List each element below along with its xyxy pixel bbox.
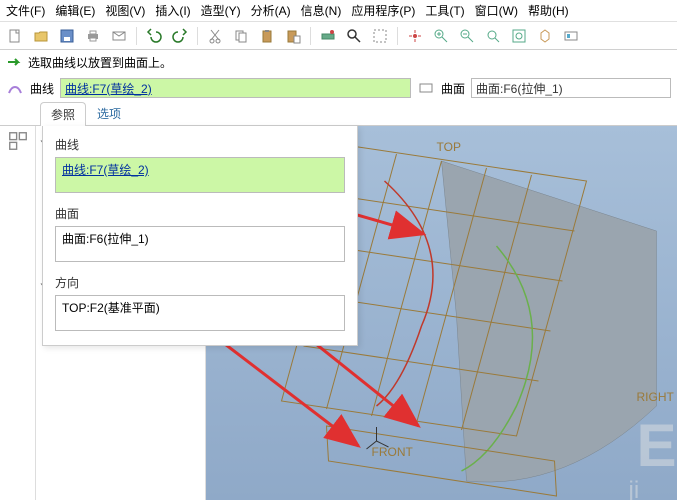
refit-button[interactable] (508, 25, 530, 47)
references-panel: 曲线 曲线:F7(草绘_2) 曲面 曲面:F6(拉伸_1) 方向 TOP:F2(… (42, 126, 358, 346)
paste-button[interactable] (256, 25, 278, 47)
svg-text:E: E (637, 412, 677, 479)
axis-label-right: RIGHT (637, 390, 675, 404)
select-filter-button[interactable] (369, 25, 391, 47)
tree-toggle-button[interactable] (7, 130, 29, 152)
panel-curve-input[interactable]: 曲线:F7(草绘_2) (55, 157, 345, 193)
curve-ref-field[interactable]: 曲线:F7(草绘_2) (60, 78, 411, 98)
svg-text:ji: ji (628, 477, 640, 500)
toolbar-separator (310, 27, 311, 45)
curve-feature-icon (6, 79, 24, 97)
menu-view[interactable]: 视图(V) (105, 2, 145, 19)
surface-ref-label: 曲面 (441, 80, 465, 97)
regenerate-button[interactable] (317, 25, 339, 47)
menu-model[interactable]: 造型(Y) (201, 2, 241, 19)
instruction-arrow-icon (6, 53, 24, 71)
main-toolbar (0, 22, 677, 50)
view-center-button[interactable] (404, 25, 426, 47)
open-button[interactable] (30, 25, 52, 47)
menu-window[interactable]: 窗口(W) (475, 2, 518, 19)
menu-help[interactable]: 帮助(H) (528, 2, 569, 19)
tab-references[interactable]: 参照 (40, 102, 86, 126)
copy-button[interactable] (230, 25, 252, 47)
print-button[interactable] (82, 25, 104, 47)
axis-label-top: TOP (437, 140, 461, 154)
new-button[interactable] (4, 25, 26, 47)
zoom-in-button[interactable] (430, 25, 452, 47)
paste-special-button[interactable] (282, 25, 304, 47)
menu-edit[interactable]: 编辑(E) (55, 2, 95, 19)
surface-ref-field[interactable]: 曲面:F6(拉伸_1) (471, 78, 671, 98)
zoom-fit-button[interactable] (482, 25, 504, 47)
zoom-out-button[interactable] (456, 25, 478, 47)
surface-feature-icon (417, 79, 435, 97)
main-area: 模型 PR 样式 类型 1 ✦ (0, 126, 677, 500)
axis-label-front: FRONT (372, 445, 414, 459)
menu-info[interactable]: 信息(N) (301, 2, 342, 19)
cut-button[interactable] (204, 25, 226, 47)
redo-button[interactable] (169, 25, 191, 47)
reference-row: 曲线 曲线:F7(草绘_2) 曲面 曲面:F6(拉伸_1) (0, 74, 677, 102)
toolbar-separator (136, 27, 137, 45)
find-button[interactable] (343, 25, 365, 47)
undo-button[interactable] (143, 25, 165, 47)
toolbar-separator (197, 27, 198, 45)
menu-file[interactable]: 文件(F) (6, 2, 45, 19)
menu-tools[interactable]: 工具(T) (425, 2, 464, 19)
panel-direction-input[interactable]: TOP:F2(基准平面) (55, 295, 345, 331)
orient-button[interactable] (534, 25, 556, 47)
menu-insert[interactable]: 插入(I) (155, 2, 190, 19)
instruction-bar: 选取曲线以放置到曲面上。 (0, 50, 677, 74)
curve-ref-label: 曲线 (30, 80, 54, 97)
panel-tabs: 参照 选项 (0, 102, 677, 126)
email-button[interactable] (108, 25, 130, 47)
toolbar-separator (397, 27, 398, 45)
menu-bar: 文件(F) 编辑(E) 视图(V) 插入(I) 造型(Y) 分析(A) 信息(N… (0, 0, 677, 22)
saved-view-button[interactable] (560, 25, 582, 47)
panel-surface-input[interactable]: 曲面:F6(拉伸_1) (55, 226, 345, 262)
save-button[interactable] (56, 25, 78, 47)
panel-surface-label: 曲面 (55, 205, 345, 222)
menu-analysis[interactable]: 分析(A) (251, 2, 291, 19)
tab-options[interactable]: 选项 (86, 101, 132, 125)
panel-curve-label: 曲线 (55, 136, 345, 153)
panel-direction-label: 方向 (55, 274, 345, 291)
left-gutter (0, 126, 36, 500)
menu-app[interactable]: 应用程序(P) (351, 2, 415, 19)
instruction-text: 选取曲线以放置到曲面上。 (28, 54, 172, 71)
